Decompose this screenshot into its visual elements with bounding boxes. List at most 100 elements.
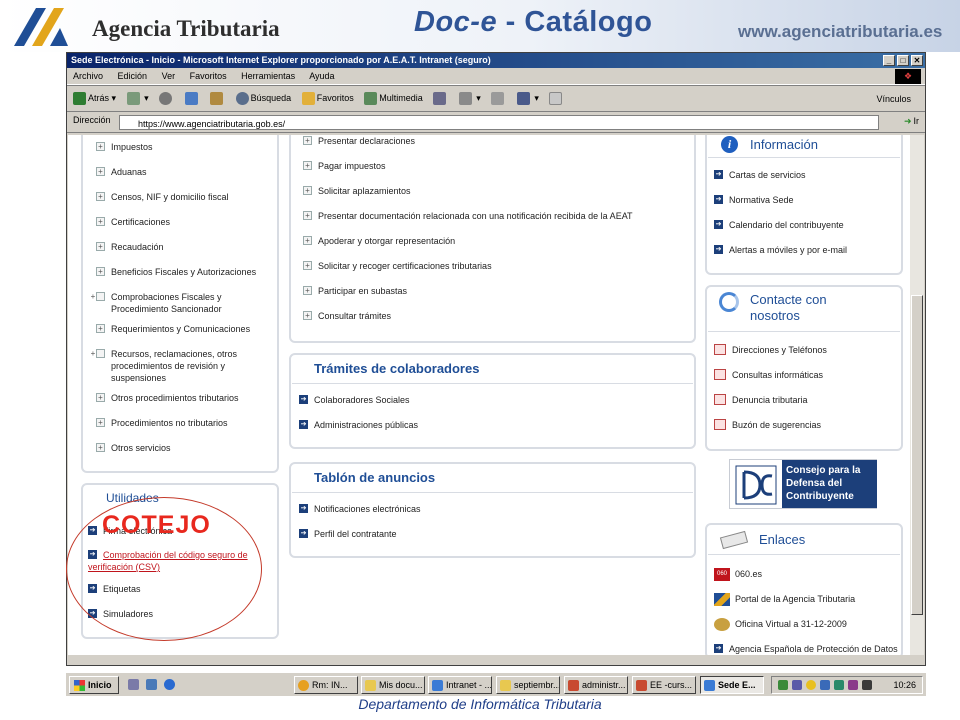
scrollbar-thumb[interactable] [911,295,923,615]
close-icon[interactable]: ✕ [911,55,923,66]
contacte-item[interactable]: Buzón de sugerencias [714,419,821,431]
tray-network-icon[interactable] [778,680,788,690]
left-menu-item[interactable]: + Certificaciones [96,216,170,228]
print-button[interactable] [491,92,506,105]
enlaces-item[interactable]: ➔ Agencia Española de Protección de Datos [714,643,898,655]
tray-security-icon[interactable] [806,680,816,690]
clock[interactable]: 10:26 [893,680,916,690]
menu-favoritos[interactable]: Favoritos [190,71,227,81]
colaboradores-item[interactable]: ➔ Administraciones públicas [299,419,418,431]
colaboradores-item[interactable]: ➔ Colaboradores Sociales [299,394,410,406]
search-button[interactable]: Búsqueda [235,92,291,105]
folder-icon [365,680,376,691]
tramites-item[interactable]: + Presentar documentación relacionada con… [303,210,633,222]
informacion-item[interactable]: ➔ Cartas de servicios [714,169,806,181]
quicklaunch-ie-icon[interactable] [164,679,175,690]
agency-name: Agencia Tributaria [92,16,280,41]
consejo-text: Consejo para la Defensa del Contribuyent… [782,460,877,508]
informacion-item[interactable]: ➔ Alertas a móviles y por e-mail [714,244,847,256]
tray-shield-icon[interactable] [862,680,872,690]
start-button[interactable]: Inicio [69,676,119,694]
back-button[interactable]: Atrás ▾ [73,92,116,105]
taskbar-task[interactable]: EE -curs... [632,676,696,694]
history-button[interactable] [433,92,448,105]
expand-plus-icon: + [303,311,312,320]
tramites-item[interactable]: + Consultar trámites [303,310,391,322]
menu-archivo[interactable]: Archivo [73,71,103,81]
enlaces-item[interactable]: 060 060.es [714,568,762,581]
consejo-logo-icon [735,465,777,505]
address-input[interactable] [119,115,879,130]
tablon-item[interactable]: ➔ Perfil del contratante [299,528,397,540]
tramites-item[interactable]: + Solicitar aplazamientos [303,185,411,197]
maximize-icon[interactable]: □ [897,55,909,66]
links-button[interactable]: Vínculos [876,94,911,104]
menu-herramientas[interactable]: Herramientas [241,71,295,81]
left-menu-item[interactable]: + Comprobaciones Fiscales y Procedimiento… [91,291,236,315]
left-menu-item[interactable]: + Otros procedimientos tributarios [96,392,239,404]
consejo-banner[interactable]: Consejo para la Defensa del Contribuyent… [729,459,877,509]
left-menu-item[interactable]: + Procedimientos no tributarios [96,417,228,429]
stop-button[interactable] [159,92,174,105]
quicklaunch-outlook-icon[interactable] [146,679,157,690]
menu-edicion[interactable]: Edición [118,71,148,81]
tramites-item[interactable]: + Solicitar y recoger certificaciones tri… [303,260,492,272]
divider [292,492,693,493]
taskbar-task[interactable]: Rm: IN... [294,676,358,694]
favorites-button[interactable]: Favoritos [301,92,354,105]
quicklaunch-desktop-icon[interactable] [128,679,139,690]
left-menu-item[interactable]: + Otros servicios [96,442,171,454]
window-titlebar[interactable]: Sede Electrónica - Inicio - Microsoft In… [67,53,925,68]
vertical-scrollbar[interactable] [910,135,924,655]
menu-ver[interactable]: Ver [162,71,176,81]
taskbar-task[interactable]: Intranet - ... [428,676,492,694]
left-menu-item[interactable]: + Requerimientos y Comunicaciones [96,323,250,335]
forward-button[interactable]: ▾ [126,92,149,105]
taskbar-task[interactable]: septiembr... [496,676,560,694]
060-logo-icon: 060 [714,568,730,581]
tray-monitor-icon[interactable] [848,680,858,690]
tramites-item[interactable]: + Apoderar y otorgar representación [303,235,455,247]
contacte-item[interactable]: Direcciones y Teléfonos [714,344,827,356]
tray-app-icon[interactable] [834,680,844,690]
tramites-item[interactable]: + Presentar declaraciones [303,135,415,147]
left-menu-item[interactable]: + Recursos, reclamaciones, otros procedim… [91,348,256,384]
contacte-item[interactable]: Denuncia tributaria [714,394,808,406]
tramites-item[interactable]: + Participar en subastas [303,285,407,297]
left-menu-item[interactable]: + Impuestos [96,141,153,153]
expand-plus-icon: + [96,242,105,251]
left-menu-item[interactable]: + Beneficios Fiscales y Autorizaciones [96,266,256,278]
taskbar-task-active[interactable]: Sede E... [700,676,764,694]
left-menu-item[interactable]: + Aduanas [96,166,147,178]
taskbar-task[interactable]: Mis docu... [361,676,425,694]
site-url: www.agenciatributaria.es [738,22,943,41]
tray-sound-icon[interactable] [792,680,802,690]
divider [708,554,900,555]
menu-ayuda[interactable]: Ayuda [309,71,334,81]
discuss-button[interactable] [549,92,564,105]
address-bar: Dirección Ir [67,112,925,133]
minimize-icon[interactable]: _ [883,55,895,66]
enlaces-item[interactable]: Portal de la Agencia Tributaria [714,593,855,606]
left-menu-item[interactable]: + Recaudación [96,241,164,253]
left-menu-item[interactable]: + Censos, NIF y domicilio fiscal [96,191,229,203]
mail-button[interactable]: ▾ [458,92,481,105]
tray-update-icon[interactable] [820,680,830,690]
expand-plus-icon: + [91,292,105,301]
tramites-item[interactable]: + Pagar impuestos [303,160,386,172]
informacion-item[interactable]: ➔ Normativa Sede [714,194,794,206]
multimedia-label: Multimedia [379,92,423,103]
slide-title: Doc-e - Catálogo [414,6,652,39]
multimedia-button[interactable]: Multimedia [364,92,423,105]
enlaces-item[interactable]: Oficina Virtual a 31-12-2009 [714,618,847,631]
consejo-line3: Contribuyente [786,491,854,502]
home-button[interactable] [210,92,225,105]
informacion-item[interactable]: ➔ Calendario del contribuyente [714,219,844,231]
go-button[interactable]: Ir [904,116,920,127]
edit-button[interactable]: ▾ [516,92,539,105]
consejo-line1: Consejo para la [786,465,861,476]
contacte-item[interactable]: Consultas informáticas [714,369,823,381]
refresh-button[interactable] [184,92,200,105]
tablon-item[interactable]: ➔ Notificaciones electrónicas [299,503,421,515]
taskbar-task[interactable]: administr... [564,676,628,694]
